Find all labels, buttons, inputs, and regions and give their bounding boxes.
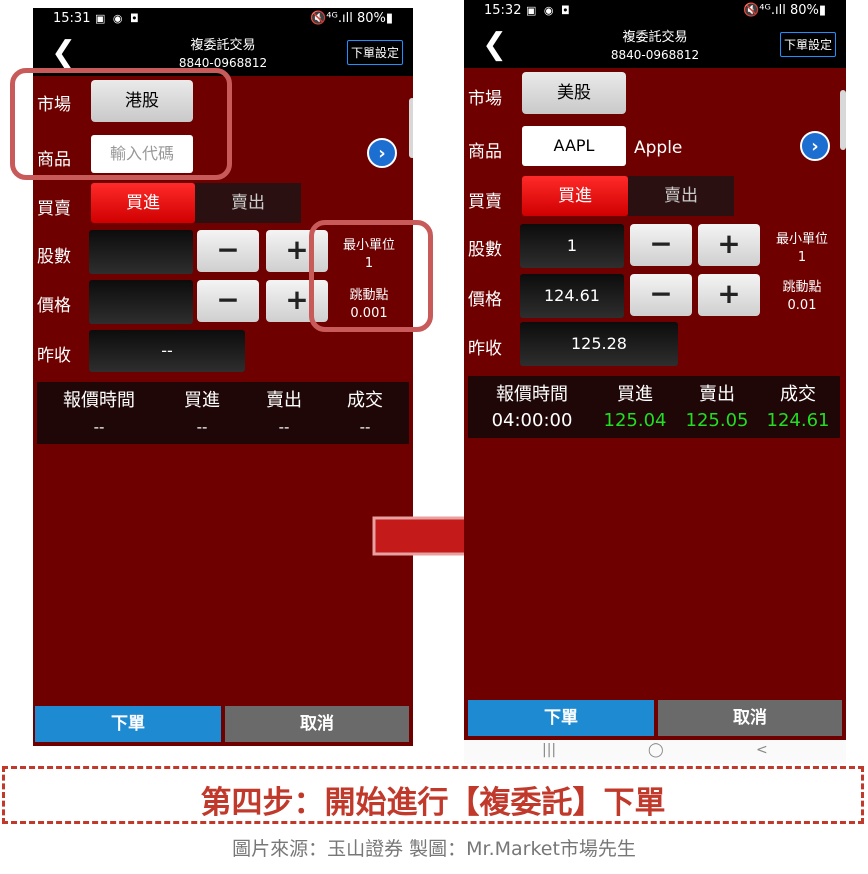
notification-icons: ▣ ◉ ◘: [526, 4, 572, 17]
signal-battery: 🔇⁴ᴳ.ıll 80%▮: [310, 11, 393, 26]
quote-ask-value: --: [278, 418, 290, 436]
status-bar: 15:31 ▣ ◉ ◘ 🔇⁴ᴳ.ıll 80%▮: [33, 8, 413, 30]
market-label: 市場: [468, 89, 502, 109]
signal-battery: 🔇⁴ᴳ.ıll 80%▮: [743, 3, 826, 18]
status-bar: 15:32 ▣ ◉ ◘ 🔇⁴ᴳ.ıll 80%▮: [464, 0, 846, 22]
quote-header-bid: 買進: [617, 384, 653, 405]
buy-button[interactable]: 買進: [91, 183, 195, 223]
product-name: Apple: [634, 138, 683, 158]
price-label: 價格: [37, 296, 71, 316]
quote-last-value: 124.61: [766, 410, 830, 431]
quote-time-value: --: [93, 418, 105, 436]
quote-header-ask: 賣出: [266, 390, 302, 411]
quote-ask-value: 125.05: [685, 410, 749, 431]
price-label: 價格: [468, 290, 502, 310]
quantity-minus-button[interactable]: −: [197, 230, 259, 272]
right-phone-screen: 15:32 ▣ ◉ ◘ 🔇⁴ᴳ.ıll 80%▮ ❮ 複委託交易 8840-09…: [464, 0, 846, 740]
sell-button[interactable]: 賣出: [628, 176, 734, 216]
buy-button[interactable]: 買進: [522, 176, 628, 216]
quote-table: 報價時間 買進 賣出 成交 04:00:00 125.04 125.05 124…: [468, 376, 840, 438]
market-select[interactable]: 美股: [522, 72, 626, 114]
scrollbar[interactable]: [409, 98, 413, 158]
quote-header-ask: 賣出: [699, 384, 735, 405]
quote-header-time: 報價時間: [63, 390, 135, 411]
cancel-button[interactable]: 取消: [225, 706, 409, 742]
quote-time-value: 04:00:00: [491, 410, 573, 431]
android-nav-bar: ||| ◯ <: [464, 740, 846, 764]
quote-header-time: 報價時間: [496, 384, 568, 405]
quote-bid-value: 125.04: [603, 410, 667, 431]
highlight-market-product: [10, 68, 232, 180]
quantity-label: 股數: [37, 247, 71, 267]
prev-close-label: 昨收: [468, 339, 502, 359]
side-label: 買賣: [468, 192, 502, 212]
tick-value: 0.01: [787, 298, 817, 313]
quantity-input[interactable]: 1: [520, 224, 624, 268]
price-minus-button[interactable]: −: [197, 280, 259, 322]
home-icon[interactable]: ◯: [648, 742, 664, 758]
min-unit-value: 1: [797, 250, 807, 265]
tick-label: 跳動點: [782, 280, 822, 295]
quantity-label: 股數: [468, 240, 502, 260]
prev-close-value: --: [89, 330, 245, 372]
cancel-button[interactable]: 取消: [658, 700, 842, 736]
quote-header-last: 成交: [347, 390, 383, 411]
price-input[interactable]: 124.61: [520, 274, 624, 318]
sell-button[interactable]: 賣出: [195, 183, 301, 223]
go-arrow-icon[interactable]: ›: [367, 138, 397, 168]
product-label: 商品: [468, 142, 502, 162]
recent-apps-icon[interactable]: |||: [542, 742, 556, 758]
caption-box: 第四步：開始進行【複委託】下單: [2, 766, 864, 824]
quantity-minus-button[interactable]: −: [630, 224, 692, 266]
quote-header-bid: 買進: [184, 390, 220, 411]
order-settings-button[interactable]: 下單設定: [346, 40, 403, 65]
order-button[interactable]: 下單: [468, 700, 654, 736]
quote-bid-value: --: [196, 418, 208, 436]
quote-table: 報價時間 買進 賣出 成交 -- -- -- --: [37, 382, 409, 444]
price-input[interactable]: [89, 280, 193, 324]
source-credit: 圖片來源：玉山證券 製圖：Mr.Market市場先生: [232, 838, 636, 860]
scrollbar[interactable]: [840, 90, 846, 150]
prev-close-value: 125.28: [520, 322, 678, 366]
quote-last-value: --: [359, 418, 371, 436]
quantity-input[interactable]: [89, 230, 193, 274]
order-button[interactable]: 下單: [35, 706, 221, 742]
quote-header-last: 成交: [780, 384, 816, 405]
min-unit-label: 最小單位: [775, 232, 828, 247]
order-settings-button[interactable]: 下單設定: [779, 32, 836, 57]
back-nav-icon[interactable]: <: [756, 742, 768, 758]
status-time: 15:31: [53, 11, 91, 26]
highlight-unit-tick: [309, 220, 433, 332]
price-plus-button[interactable]: +: [698, 274, 760, 316]
status-time: 15:32: [484, 3, 522, 18]
caption-text: 第四步：開始進行【複委託】下單: [200, 785, 666, 821]
go-arrow-icon[interactable]: ›: [800, 131, 830, 161]
title-bar: ❮ 複委託交易 8840-0968812 下單設定: [464, 22, 846, 68]
quantity-plus-button[interactable]: +: [698, 224, 760, 266]
notification-icons: ▣ ◉ ◘: [95, 12, 141, 25]
product-code-input[interactable]: AAPL: [522, 126, 626, 166]
prev-close-label: 昨收: [37, 346, 71, 366]
side-label: 買賣: [37, 199, 71, 219]
price-minus-button[interactable]: −: [630, 274, 692, 316]
